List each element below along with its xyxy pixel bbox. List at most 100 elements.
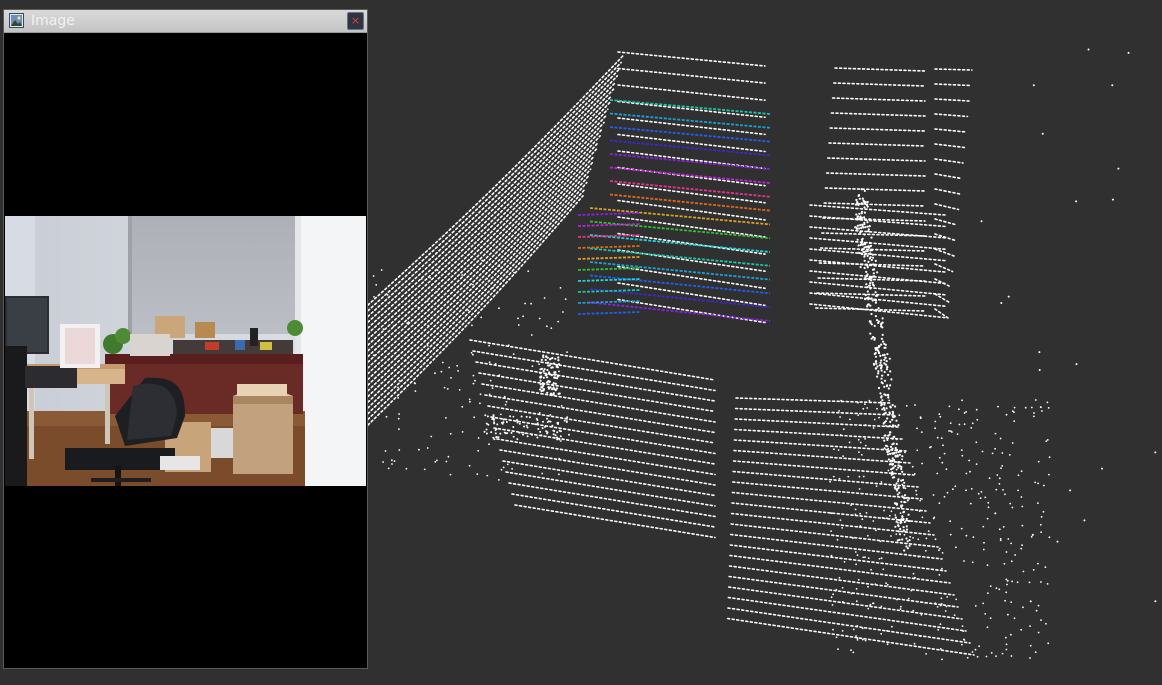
scan-point (908, 519, 911, 523)
scan-point (940, 597, 943, 600)
scan-point (1002, 526, 1005, 528)
scan-point (952, 488, 954, 491)
scan-point (921, 516, 924, 519)
scan-point (835, 636, 838, 639)
scan-point (1034, 481, 1037, 484)
scan-point (890, 468, 893, 471)
colored-scan-line (577, 267, 641, 271)
scan-point (949, 422, 952, 424)
scan-point (864, 438, 866, 440)
scan-point (840, 399, 842, 402)
scan-point (905, 537, 908, 540)
scan-point (546, 417, 548, 420)
scan-point (883, 447, 886, 450)
scan-point (1037, 482, 1039, 485)
scan-point (486, 474, 489, 477)
scan-point (915, 493, 918, 496)
scan-point (502, 466, 505, 469)
scan-point (858, 488, 861, 490)
scan-point (890, 510, 893, 513)
scan-point (904, 501, 907, 504)
scan-point (866, 290, 869, 293)
scan-point (868, 225, 871, 228)
scan-point (896, 455, 899, 458)
scan-point (1034, 399, 1037, 401)
scan-point (897, 525, 900, 528)
scan-point (1040, 516, 1043, 518)
scan-point (974, 648, 977, 651)
scan-point (870, 236, 873, 239)
scan-point (560, 440, 562, 442)
scan-point (472, 283, 474, 286)
scan-point (492, 418, 495, 421)
right-wall-scan-line (820, 232, 926, 237)
scan-point (943, 452, 946, 455)
scan-point (874, 355, 878, 358)
scan-point (1038, 369, 1041, 371)
scan-point (544, 425, 546, 428)
scan-point (877, 307, 880, 310)
scan-point (552, 362, 556, 365)
scan-point (382, 461, 384, 463)
scan-point (863, 246, 866, 249)
image-window-titlebar[interactable]: Image × (4, 10, 367, 33)
scan-point (461, 274, 463, 276)
scan-point (895, 419, 898, 422)
scan-point (970, 488, 973, 490)
scan-point (912, 537, 914, 539)
scan-point (968, 459, 970, 462)
scan-point (1001, 652, 1004, 655)
scan-point (867, 607, 870, 610)
scan-point (903, 494, 907, 497)
scan-point (965, 489, 967, 492)
scan-point (899, 527, 902, 531)
scan-point (854, 513, 857, 516)
scan-point (526, 426, 529, 429)
scan-point (942, 444, 944, 447)
3d-viewport[interactable]: Image × (0, 0, 1162, 685)
scan-point (461, 431, 464, 433)
scan-point (1048, 473, 1050, 476)
scan-point (398, 428, 400, 430)
scan-point (870, 568, 872, 571)
scan-point (830, 596, 833, 599)
scan-point (986, 517, 989, 520)
scan-point (1033, 415, 1035, 418)
scan-point (897, 478, 900, 481)
scan-point (372, 354, 375, 357)
image-window[interactable]: Image × (4, 10, 367, 668)
scan-point (869, 287, 872, 290)
scan-point (488, 393, 491, 396)
scan-point (487, 423, 490, 426)
scan-point (856, 201, 859, 204)
scan-point (397, 397, 400, 399)
scan-point (523, 425, 525, 428)
scan-point (528, 416, 531, 419)
scan-point (900, 505, 903, 508)
scan-point (1010, 560, 1013, 563)
scan-point (886, 353, 889, 356)
scan-point (1020, 470, 1023, 473)
scan-point (470, 352, 473, 354)
right-wall-scan-line (934, 68, 973, 71)
scan-point (830, 554, 833, 557)
scan-point (1005, 413, 1008, 416)
scan-point (414, 382, 416, 385)
scan-point (434, 372, 436, 375)
colored-scan-line (577, 300, 641, 304)
scan-point (895, 503, 899, 506)
scan-point (508, 429, 511, 432)
scan-point (868, 246, 871, 249)
scan-point (955, 546, 957, 549)
scan-point (939, 647, 942, 650)
scan-point (917, 555, 920, 558)
close-button[interactable]: × (347, 12, 364, 30)
scan-point (548, 371, 551, 374)
scan-point (565, 421, 568, 423)
scan-point (866, 225, 869, 228)
scan-point (856, 625, 859, 627)
scan-point (904, 530, 907, 533)
scan-point (856, 525, 859, 528)
scan-point (875, 367, 878, 370)
scan-point (496, 423, 499, 426)
